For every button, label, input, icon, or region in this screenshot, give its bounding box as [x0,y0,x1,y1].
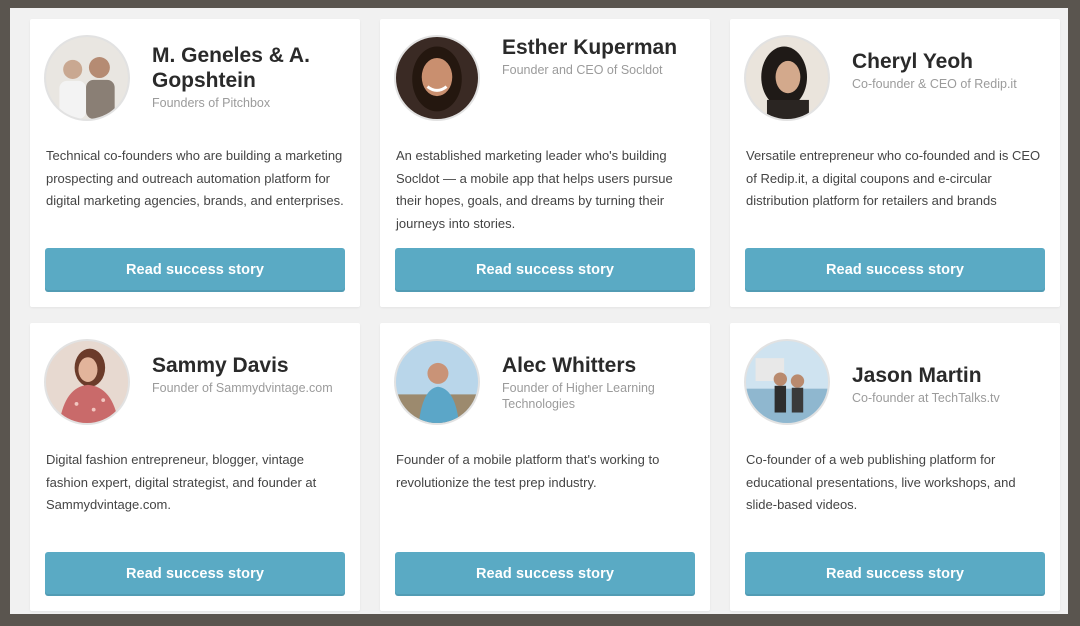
success-stories-grid: M. Geneles & A. Gopshtein Founders of Pi… [30,19,1060,611]
story-description: Versatile entrepreneur who co-founded an… [746,148,1041,208]
read-success-story-button[interactable]: Read success story [745,248,1045,292]
story-card: Sammy Davis Founder of Sammydvintage.com… [30,323,360,611]
person-title: Founder of Higher Learning Technologies [502,381,655,411]
avatar [44,339,130,425]
story-card: Esther Kuperman Founder and CEO of Socld… [380,19,710,307]
person-title: Co-founder at TechTalks.tv [852,391,1000,405]
person-title: Founders of Pitchbox [152,96,271,110]
person-name: M. Geneles & A. Gopshtein [152,44,310,92]
story-card: Cheryl Yeoh Co-founder & CEO of Redip.it… [730,19,1060,307]
person-name: Jason Martin [852,364,982,387]
avatar [744,35,830,121]
read-success-story-button[interactable]: Read success story [45,552,345,596]
story-description: Founder of a mobile platform that's work… [396,452,660,490]
person-title: Founder of Sammydvintage.com [152,381,333,395]
person-name: Cheryl Yeoh [852,50,973,73]
read-success-story-button[interactable]: Read success story [45,248,345,292]
avatar [44,35,130,121]
person-title: Co-founder & CEO of Redip.it [852,77,1017,91]
avatar [394,339,480,425]
person-name: Esther Kuperman [502,36,678,59]
story-description: An established marketing leader who's bu… [396,148,673,231]
page-frame: M. Geneles & A. Gopshtein Founders of Pi… [10,8,1068,614]
story-card: Jason Martin Co-founder at TechTalks.tv … [730,323,1060,611]
story-description: Co-founder of a web publishing platform … [746,452,1016,512]
person-name: Sammy Davis [152,354,289,377]
story-description: Digital fashion entrepreneur, blogger, v… [46,452,317,512]
story-card: Alec Whitters Founder of Higher Learning… [380,323,710,611]
person-title: Founder and CEO of Socldot [502,63,663,77]
person-name: Alec Whitters [502,354,637,377]
avatar [394,35,480,121]
read-success-story-button[interactable]: Read success story [395,552,695,596]
read-success-story-button[interactable]: Read success story [745,552,1045,596]
story-description: Technical co-founders who are building a… [46,148,344,208]
read-success-story-button[interactable]: Read success story [395,248,695,292]
story-card: M. Geneles & A. Gopshtein Founders of Pi… [30,19,360,307]
avatar [744,339,830,425]
